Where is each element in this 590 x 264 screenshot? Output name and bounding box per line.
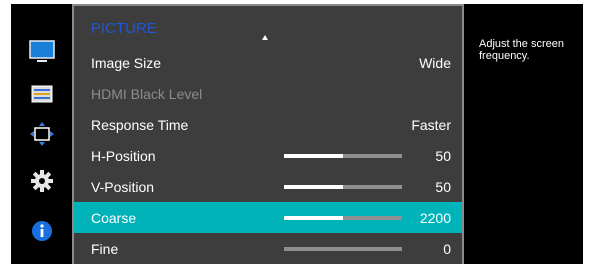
scroll-up-icon[interactable] xyxy=(262,35,268,40)
menu-item-value: 50 xyxy=(435,179,451,195)
slider-fill xyxy=(284,216,343,220)
sidebar-item-color[interactable] xyxy=(11,79,72,109)
help-text: Adjust the screen frequency. xyxy=(479,38,564,62)
sidebar-item-size-position[interactable] xyxy=(11,119,72,149)
menu-item-label: HDMI Black Level xyxy=(91,86,203,102)
menu-item-label: V-Position xyxy=(91,179,155,195)
menu-item-value: 0 xyxy=(443,241,451,257)
menu-item-value: Faster xyxy=(411,117,451,133)
menu-item-response-time[interactable]: Response Time Faster xyxy=(74,109,462,140)
menu-item-image-size[interactable]: Image Size Wide xyxy=(74,47,462,78)
menu-item-coarse[interactable]: Coarse 2200 xyxy=(74,202,462,233)
menu-item-label: H-Position xyxy=(91,148,156,164)
monitor-icon xyxy=(28,40,55,62)
menu-panel: PICTURE Image Size Wide HDMI Black Level… xyxy=(72,4,464,264)
menu-item-label: Image Size xyxy=(91,55,162,71)
osd-window: PICTURE Image Size Wide HDMI Black Level… xyxy=(11,4,583,264)
menu-item-fine[interactable]: Fine 0 xyxy=(74,233,462,264)
sidebar-item-information[interactable] xyxy=(11,216,72,246)
menu-item-label: Response Time xyxy=(91,117,189,133)
v-position-slider[interactable] xyxy=(284,185,402,189)
sidebar-item-system[interactable] xyxy=(11,166,72,196)
menu-item-value: 2200 xyxy=(419,210,451,226)
sidebar-item-picture[interactable] xyxy=(11,37,72,67)
gear-icon xyxy=(30,170,53,192)
info-icon xyxy=(31,221,52,241)
slider-fill xyxy=(284,154,343,158)
menu-item-value: 50 xyxy=(435,148,451,164)
menu-item-label: Fine xyxy=(91,241,119,257)
menu-item-label: Coarse xyxy=(91,210,137,226)
menu-item-value: Wide xyxy=(419,55,451,71)
menu-item-h-position[interactable]: H-Position 50 xyxy=(74,140,462,171)
h-position-slider[interactable] xyxy=(284,154,402,158)
size-position-icon xyxy=(29,122,54,146)
slider-fill xyxy=(284,185,343,189)
menu-title: PICTURE xyxy=(91,20,157,37)
help-panel: Adjust the screen frequency. xyxy=(464,4,583,264)
fine-slider[interactable] xyxy=(284,247,402,251)
sidebar xyxy=(11,4,72,264)
coarse-slider[interactable] xyxy=(284,216,402,220)
settings-list-icon xyxy=(31,85,52,103)
menu-item-hdmi-black-level: HDMI Black Level xyxy=(74,78,462,109)
menu-item-v-position[interactable]: V-Position 50 xyxy=(74,171,462,202)
